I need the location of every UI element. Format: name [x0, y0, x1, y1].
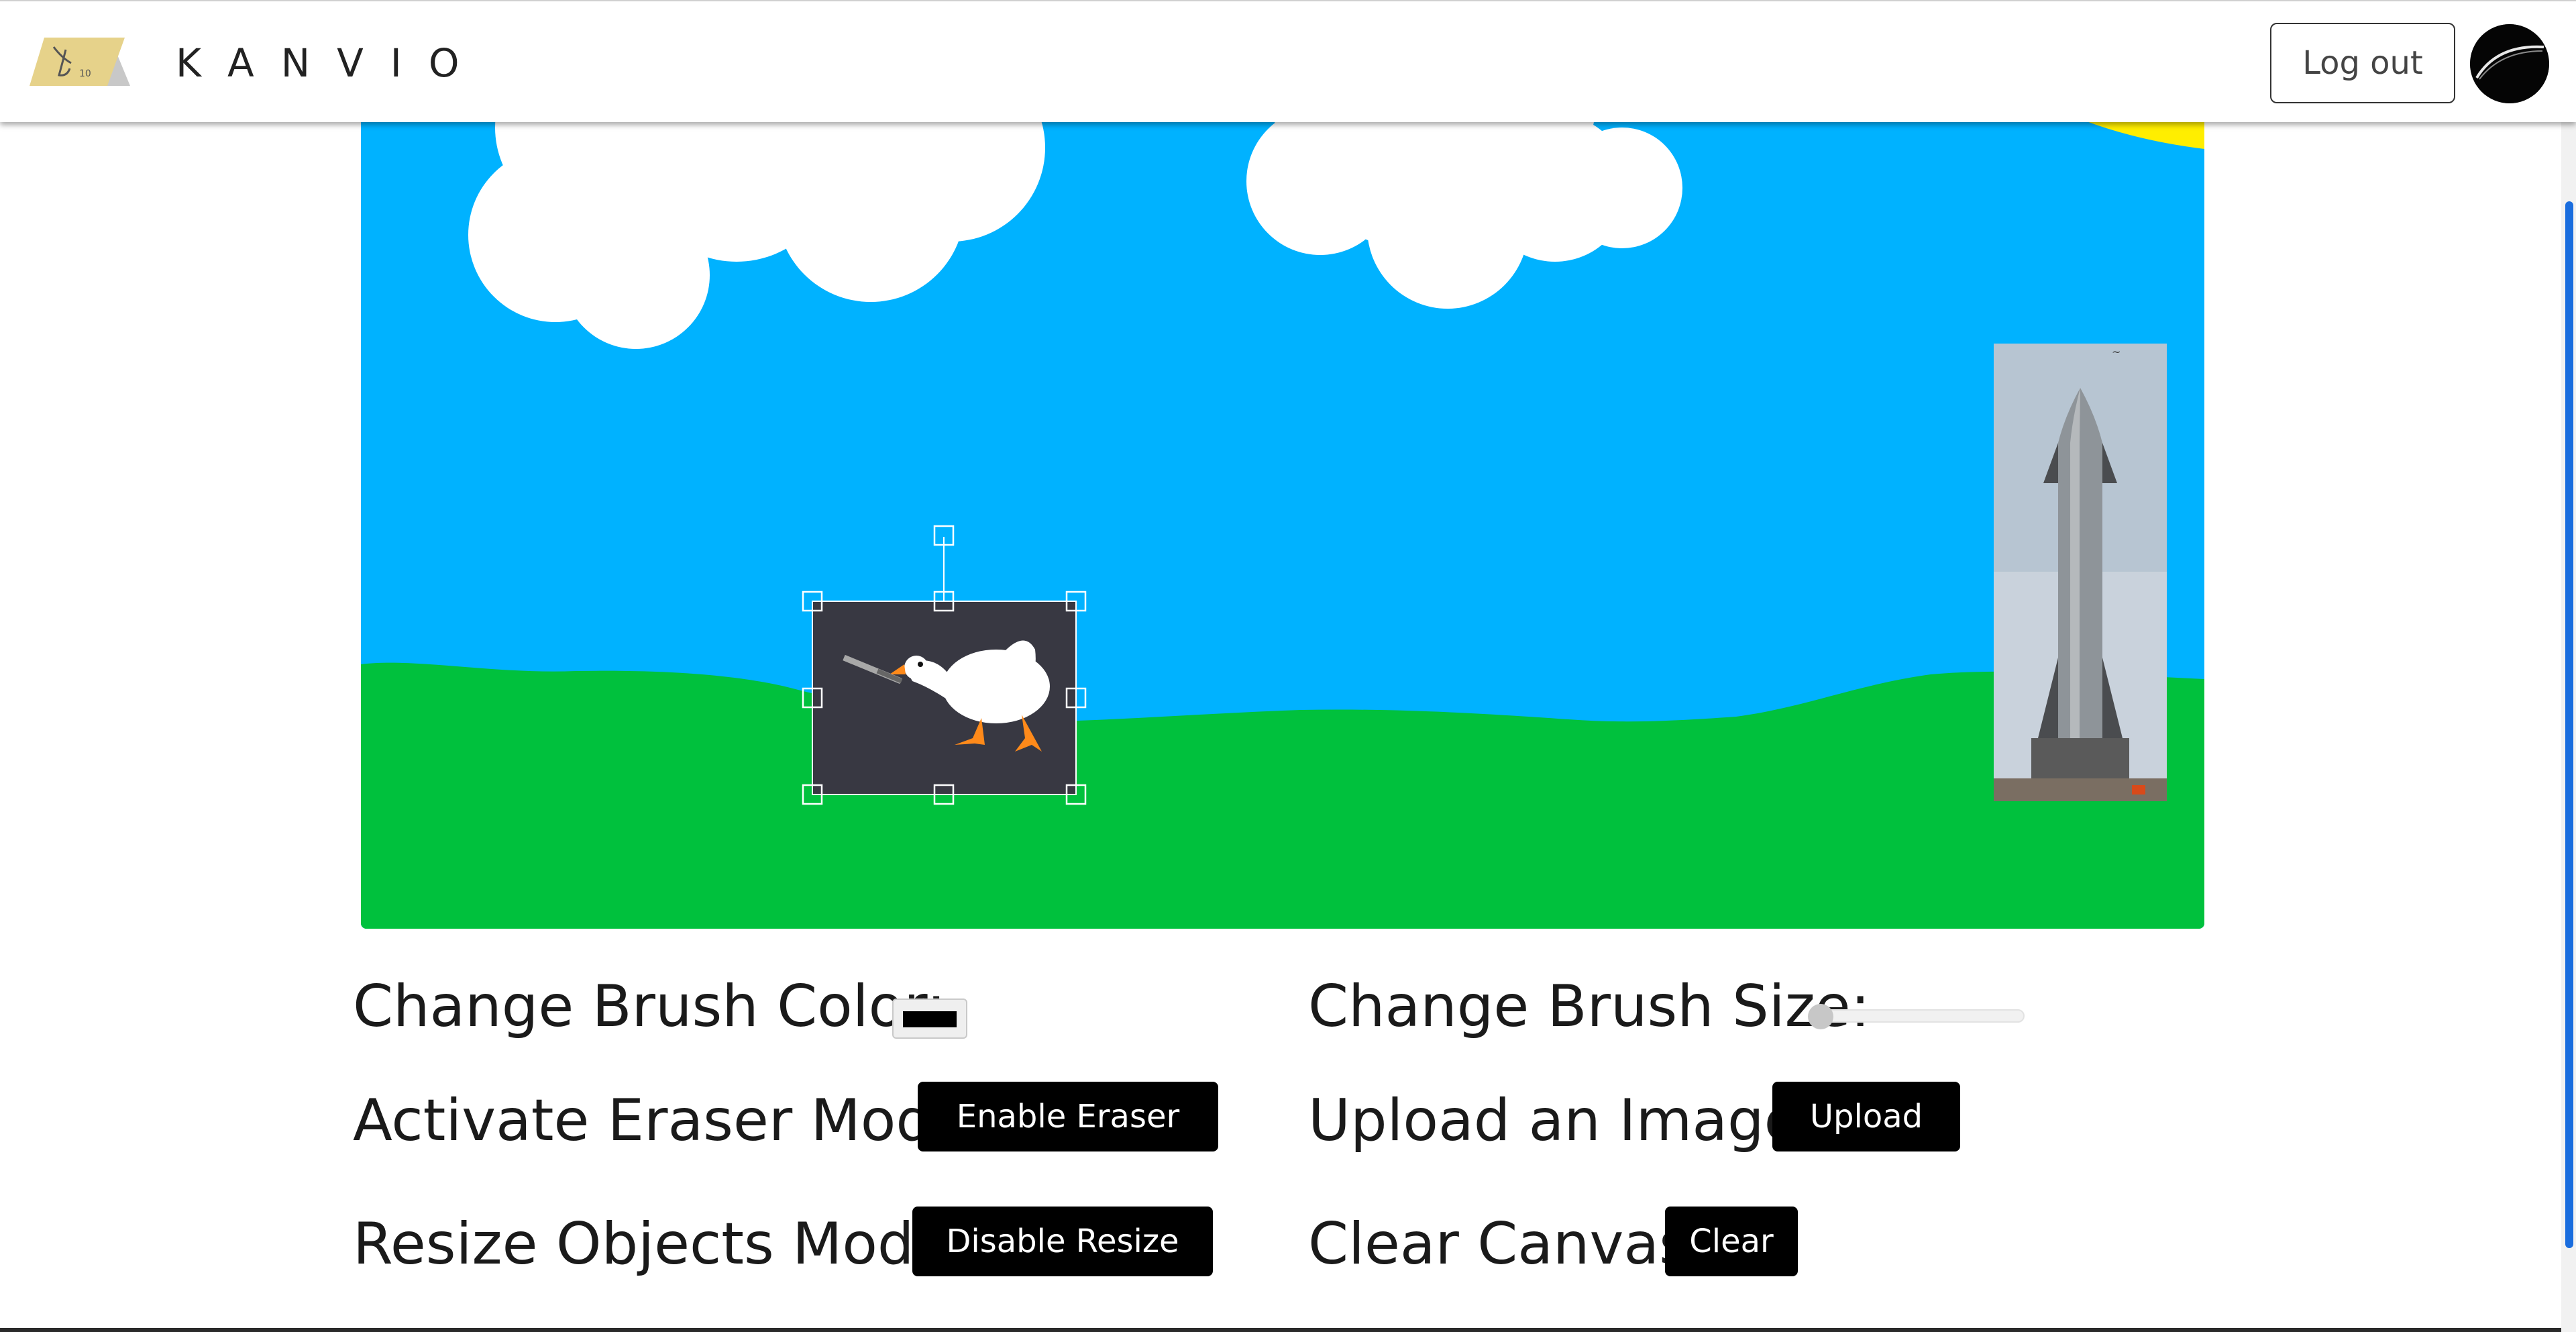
svg-text:10: 10: [79, 68, 91, 79]
page-scrollbar-thumb[interactable]: [2565, 201, 2573, 1248]
logout-button[interactable]: Log out: [2270, 23, 2455, 103]
svg-text:~: ~: [2112, 346, 2121, 358]
brush-size-label: Change Brush Size:: [1308, 973, 1870, 1040]
brush-size-slider[interactable]: [1811, 1009, 2025, 1023]
brush-color-fill: [903, 1011, 957, 1027]
brush-size-slider-thumb[interactable]: [1808, 1004, 1833, 1029]
kanvio-logo-icon[interactable]: 10: [30, 34, 137, 89]
bottom-edge: [0, 1328, 2561, 1332]
eraser-mode-label: Activate Eraser Mode:: [353, 1087, 987, 1154]
resize-mode-label: Resize Objects Mode:: [353, 1211, 969, 1278]
clear-canvas-label: Clear Canvas:: [1308, 1211, 1709, 1278]
clear-button[interactable]: Clear: [1665, 1207, 1798, 1276]
disable-resize-button[interactable]: Disable Resize: [912, 1207, 1213, 1276]
brush-color-picker[interactable]: [892, 998, 967, 1039]
brush-color-label: Change Brush Color:: [353, 973, 947, 1040]
drawing-canvas[interactable]: ~: [361, 67, 2204, 929]
user-avatar[interactable]: [2470, 24, 2549, 103]
upload-button[interactable]: Upload: [1772, 1082, 1960, 1151]
enable-eraser-button[interactable]: Enable Eraser: [918, 1082, 1218, 1151]
brand-name[interactable]: KANVIO: [176, 36, 486, 90]
top-navbar: 10 KANVIO Log out: [0, 0, 2576, 122]
upload-image-label: Upload an Image:: [1308, 1087, 1819, 1154]
rocket-image-object: ~: [1994, 344, 2167, 801]
